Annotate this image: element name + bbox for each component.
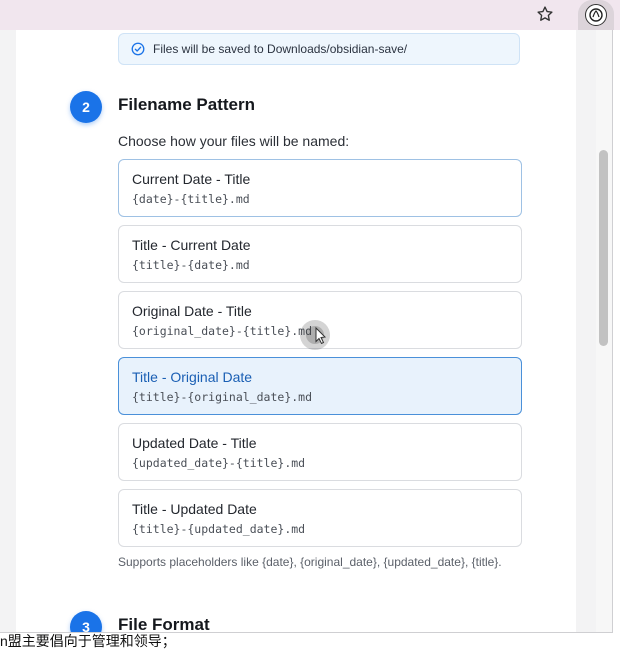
obsidian-extension-icon	[585, 4, 607, 26]
filename-pattern-subtitle: Choose how your files will be named:	[118, 133, 350, 149]
option-pattern: {updated_date}-{title}.md	[132, 456, 306, 470]
option-label: Title - Original Date	[132, 369, 253, 385]
extension-popup: Files will be saved to Downloads/obsidia…	[0, 30, 613, 633]
mouse-pointer-icon	[300, 320, 330, 350]
bookmark-star-button[interactable]	[534, 3, 556, 25]
pattern-option-updated-date-title[interactable]: Updated Date - Title {updated_date}-{tit…	[118, 423, 522, 481]
pattern-option-title-current-date[interactable]: Title - Current Date {title}-{date}.md	[118, 225, 522, 283]
option-label: Title - Updated Date	[132, 501, 257, 517]
scrollbar-thumb[interactable]	[599, 150, 608, 346]
option-pattern: {date}-{title}.md	[132, 192, 250, 206]
star-icon	[537, 6, 553, 21]
filename-pattern-title: Filename Pattern	[118, 95, 255, 114]
filename-pattern-options: Current Date - Title {date}-{title}.md T…	[118, 159, 522, 555]
step-3-badge: 3	[70, 611, 102, 632]
option-label: Current Date - Title	[132, 171, 251, 187]
obsidian-extension-button[interactable]	[578, 0, 614, 30]
background-page-text: n盟主要倡向于管理和领导；	[0, 633, 620, 650]
option-pattern: {title}-{date}.md	[132, 258, 250, 272]
settings-panel: Files will be saved to Downloads/obsidia…	[16, 30, 576, 632]
save-location-info: Files will be saved to Downloads/obsidia…	[118, 33, 520, 65]
check-circle-icon	[131, 42, 145, 56]
save-location-text: Files will be saved to Downloads/obsidia…	[153, 42, 408, 56]
pattern-option-title-original-date[interactable]: Title - Original Date {title}-{original_…	[118, 357, 522, 415]
option-label: Title - Current Date	[132, 237, 251, 253]
placeholder-helper-text: Supports placeholders like {date}, {orig…	[118, 555, 502, 569]
option-pattern: {title}-{original_date}.md	[132, 390, 313, 404]
option-label: Updated Date - Title	[132, 435, 257, 451]
option-pattern: {title}-{updated_date}.md	[132, 522, 306, 536]
file-format-title: File Format	[118, 615, 210, 632]
step-2-badge: 2	[70, 91, 102, 123]
pattern-option-title-updated-date[interactable]: Title - Updated Date {title}-{updated_da…	[118, 489, 522, 547]
pattern-option-current-date-title[interactable]: Current Date - Title {date}-{title}.md	[118, 159, 522, 217]
browser-toolbar	[0, 0, 620, 30]
